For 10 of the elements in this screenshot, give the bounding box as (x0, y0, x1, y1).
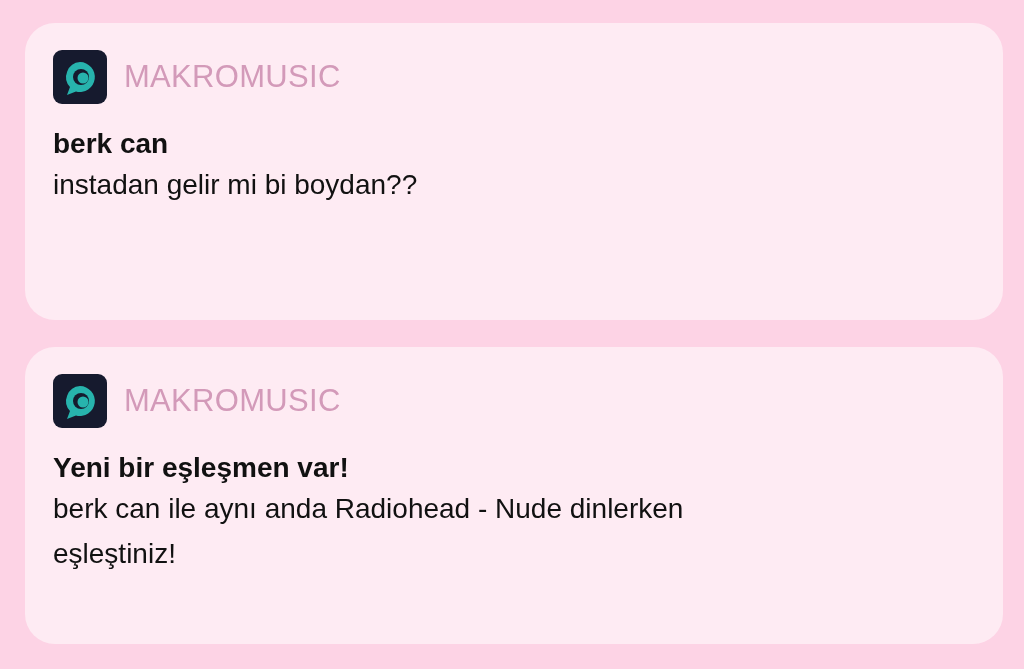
notification-message: instadan gelir mi bi boydan?? (53, 168, 419, 202)
notification-card[interactable]: MAKROMUSIC berk can instadan gelir mi bi boydan?? (25, 23, 1003, 320)
notification-title: berk can (53, 127, 170, 161)
app-icon (53, 374, 107, 428)
notification-card[interactable]: MAKROMUSIC Yeni bir eşleşmen var! berk can ile aynı anda Radiohead - Nude dinlerken eşleştiniz! (25, 347, 1003, 644)
app-name: MAKROMUSIC (124, 59, 341, 95)
notification-title: Yeni bir eşleşmen var! (53, 451, 350, 485)
notification-message: berk can ile aynı anda Radiohead - Nude dinlerken eşleştiniz! (53, 492, 685, 571)
app-name: MAKROMUSIC (124, 383, 341, 419)
app-icon (53, 50, 107, 104)
